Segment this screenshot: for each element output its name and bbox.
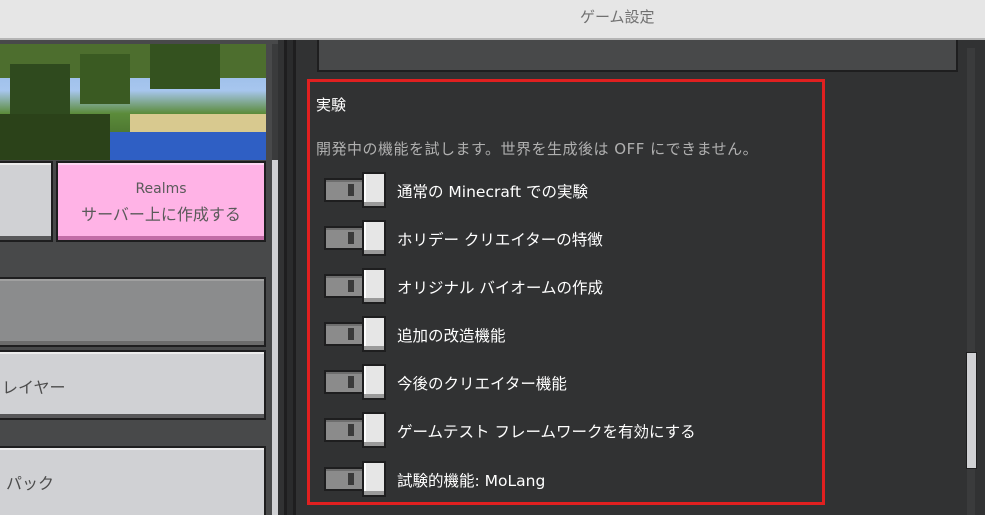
toggle-row-minecraft-experiments[interactable]: 通常の Minecraft での実験 [324,172,804,212]
toggle-switch[interactable] [324,364,386,400]
realms-create-button[interactable]: Realms サーバー上に作成する [56,161,266,242]
toggle-switch[interactable] [324,268,386,304]
toggle-label: ゲームテスト フレームワークを有効にする [397,423,696,441]
selected-option-button[interactable] [0,277,266,347]
toggle-switch[interactable] [324,316,386,352]
toggle-row-additional-modding[interactable]: 追加の改造機能 [324,316,804,356]
realms-subtitle: サーバー上に作成する [81,205,241,224]
settings-scrollbar-thumb[interactable] [966,352,977,469]
toggle-label: オリジナル バイオームの作成 [397,279,603,297]
toggle-label: ホリデー クリエイターの特徴 [397,231,603,249]
panel-divider-inner [287,40,293,515]
previous-setting-strip [317,40,958,72]
toggle-label: 試験的機能: MoLang [397,472,546,490]
world-preview-image [0,44,266,160]
toggle-label: 通常の Minecraft での実験 [397,183,589,201]
realms-label: Realms [135,181,187,197]
toggle-switch[interactable] [324,412,386,448]
toggle-label: 今後のクリエイター機能 [397,375,567,393]
experiments-title: 実験 [316,96,347,114]
window-title: ゲーム設定 [580,8,655,26]
pack-button[interactable]: パック [0,446,266,515]
experiments-description: 開発中の機能を試します。世界を生成後は OFF にできません。 [316,140,759,158]
pack-button-label: パック [6,474,55,493]
player-button[interactable]: レイヤー [0,350,266,420]
toggle-row-molang[interactable]: 試験的機能: MoLang [324,461,804,501]
player-button-label: レイヤー [2,378,66,397]
create-world-button[interactable] [0,161,53,242]
toggle-row-custom-biomes[interactable]: オリジナル バイオームの作成 [324,268,804,308]
toggle-row-gametest-framework[interactable]: ゲームテスト フレームワークを有効にする [324,412,804,452]
toggle-switch[interactable] [324,220,386,256]
left-panel: Realms サーバー上に作成する レイヤー パック [0,40,278,515]
left-scrollbar-thumb[interactable] [272,160,278,515]
toggle-row-upcoming-creator[interactable]: 今後のクリエイター機能 [324,364,804,404]
title-bar: ゲーム設定 [0,0,985,40]
toggle-label: 追加の改造機能 [397,327,506,345]
toggle-switch[interactable] [324,461,386,497]
toggle-row-holiday-creator[interactable]: ホリデー クリエイターの特徴 [324,220,804,260]
toggle-switch[interactable] [324,172,386,208]
